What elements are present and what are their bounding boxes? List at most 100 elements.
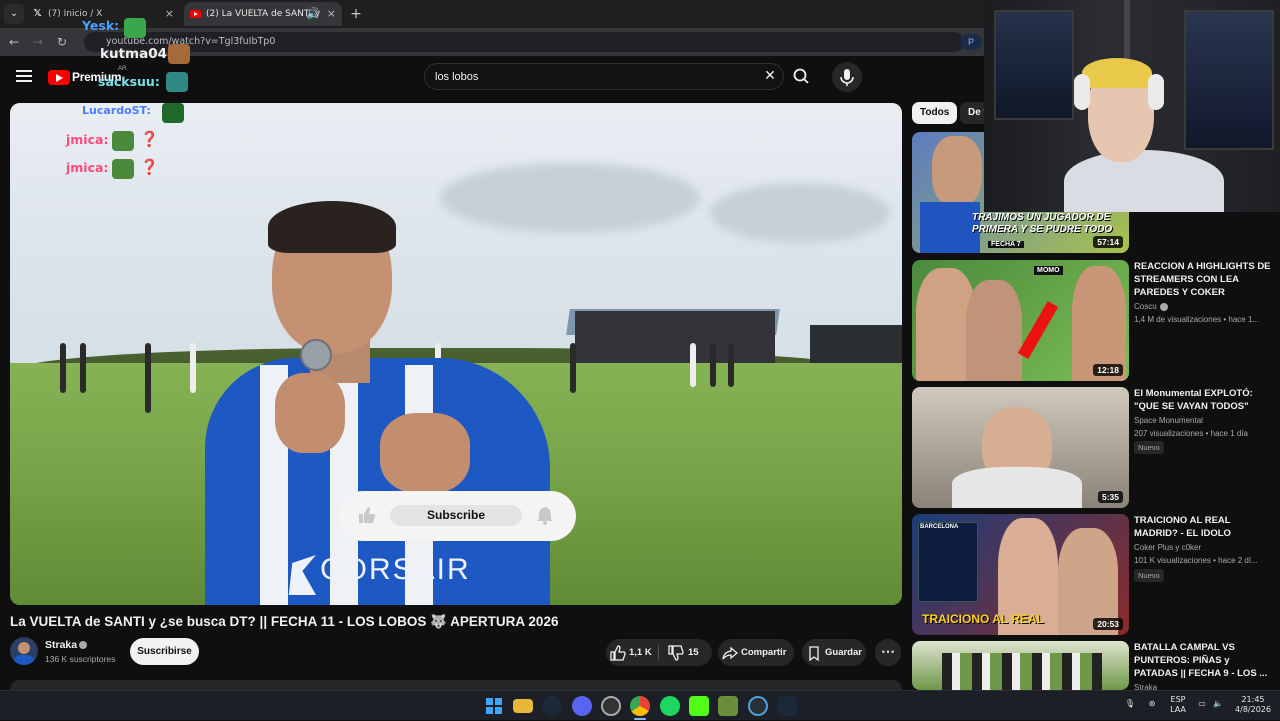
subscriber-count: 136 K suscriptores [45, 654, 116, 664]
thumb-person [932, 136, 982, 206]
tray-icon[interactable]: ⊛ [1146, 699, 1158, 708]
video-person-hair [268, 201, 396, 253]
file-explorer-icon[interactable] [513, 699, 533, 713]
clear-search-icon[interactable]: ✕ [762, 66, 778, 86]
minecraft-icon[interactable] [718, 696, 738, 716]
thumb-person [966, 280, 1022, 381]
menu-icon[interactable] [16, 70, 32, 82]
new-badge: Nuevo [1134, 569, 1164, 582]
dislike-icon[interactable] [668, 645, 684, 661]
clock[interactable]: 21:45 4/8/2026 [1230, 695, 1276, 715]
windows-taskbar: 🎙 ⊛ ESP LAA ▭ 🔈 21:45 4/8/2026 [0, 690, 1280, 720]
bookmark-icon [809, 646, 819, 661]
thumb-sub-caption: FECHA 7 [988, 241, 1024, 248]
country-code: AR [118, 66, 127, 72]
lang-bottom: LAA [1170, 705, 1186, 714]
rec-meta: 1,4 M de visualizaciones • hace 1... [1134, 315, 1260, 324]
video-person [60, 343, 66, 393]
tab-youtube-video[interactable]: (2) La VUELTA de SANTI y 🔊 × [184, 2, 342, 26]
pepe-emote-icon [112, 131, 134, 151]
like-dislike-group: 1,1 K 15 [606, 639, 712, 666]
video-cloud [710, 183, 890, 243]
rec-channel[interactable]: Space Monumental [1134, 416, 1203, 425]
verified-icon [79, 641, 87, 649]
kick-icon[interactable] [689, 696, 709, 716]
more-actions-icon[interactable]: ⋯ [875, 639, 901, 666]
rec-title[interactable]: BATALLA CAMPAL VS PUNTEROS: PIÑAS y PATA… [1134, 641, 1274, 680]
verified-icon [1160, 303, 1168, 311]
audio-playing-icon[interactable]: 🔊 [306, 2, 320, 26]
channel-avatar[interactable] [10, 637, 38, 665]
reload-icon[interactable]: ↻ [54, 34, 70, 50]
thumb-jersey [920, 202, 980, 253]
app-icon[interactable] [748, 696, 768, 716]
like-icon[interactable] [610, 645, 626, 661]
share-icon [722, 646, 738, 660]
chrome-icon[interactable] [630, 696, 650, 716]
thumb-hoodie [952, 467, 1082, 508]
rec-channel[interactable]: Coker Plus y c0ker [1134, 543, 1201, 552]
steam-icon[interactable] [542, 696, 562, 716]
voice-search-button[interactable] [832, 62, 862, 92]
thumbs-up-icon[interactable] [357, 505, 375, 525]
profile-pin-button[interactable]: P [960, 34, 982, 50]
new-tab-icon[interactable]: + [346, 4, 366, 24]
tab-title: (2) La VUELTA de SANTI y [206, 9, 321, 19]
subscribe-button[interactable]: Suscribirse [130, 638, 199, 665]
rec-thumbnail[interactable]: 5:35 [912, 387, 1129, 508]
webcam-beanie [1082, 58, 1152, 88]
forward-arrow-icon[interactable]: → [30, 34, 46, 50]
channel-name[interactable]: Straka [45, 639, 77, 651]
question-mark-icon: ❓ [140, 130, 159, 148]
windows-start-icon[interactable] [484, 696, 504, 716]
discord-icon[interactable] [572, 696, 592, 716]
rec-meta: 207 visualizaciones • hace 1 día [1134, 429, 1248, 438]
headphone-icon [1148, 74, 1164, 110]
chip-all[interactable]: Todos [912, 102, 958, 124]
chat-username: Yesk: [82, 18, 120, 33]
address-bar[interactable]: youtube.com/watch?v=Tgl3fuIbTp0 [84, 32, 964, 52]
close-tab-icon[interactable]: × [165, 2, 174, 26]
volume-icon[interactable]: 🔈 [1212, 699, 1224, 708]
share-button[interactable]: Compartir [718, 639, 794, 666]
chat-message: kutma04: [100, 46, 172, 62]
search-button[interactable] [786, 63, 818, 90]
webcam-overlay [984, 0, 1280, 212]
rec-thumbnail[interactable]: MOMO 12:18 [912, 260, 1129, 381]
tab-list-dropdown-icon[interactable]: ⌄ [4, 4, 24, 24]
rec-title[interactable]: REACCION A HIGHLIGHTS DE STREAMERS CON L… [1134, 260, 1274, 299]
microphone-icon [840, 69, 854, 86]
search-input[interactable] [435, 64, 735, 89]
clock-date: 4/8/2026 [1235, 705, 1271, 714]
description-box[interactable] [10, 680, 902, 690]
like-divider [658, 645, 659, 660]
pepe-emote-icon [112, 159, 134, 179]
chat-username: sacksuu: [98, 74, 160, 89]
steam-alt-icon[interactable] [777, 696, 797, 716]
back-arrow-icon[interactable]: ← [6, 34, 22, 50]
mic-tray-icon[interactable]: 🎙 [1124, 699, 1136, 708]
chat-message: LucardoST: [82, 104, 151, 117]
overlay-subscribe-button[interactable]: Subscribe [390, 505, 522, 526]
save-button[interactable]: Guardar [802, 639, 866, 666]
video-person [710, 343, 716, 387]
rec-thumbnail[interactable] [912, 641, 1129, 690]
headphone-icon [1074, 74, 1090, 110]
like-count[interactable]: 1,1 K [629, 639, 652, 666]
spotify-icon[interactable] [660, 696, 680, 716]
close-tab-icon[interactable]: × [327, 2, 336, 26]
language-indicator[interactable]: ESP LAA [1166, 695, 1190, 715]
video-person [728, 343, 734, 387]
emote-icon [124, 18, 146, 38]
rec-thumbnail[interactable]: BARCELONA TRAICIONO AL REAL 20:53 [912, 514, 1129, 635]
obs-icon[interactable] [601, 696, 621, 716]
rec-title[interactable]: TRAICIONO AL REAL MADRID? - EL IDOLO [1134, 514, 1274, 540]
search-box[interactable] [424, 63, 784, 90]
video-person [690, 343, 696, 387]
bell-icon[interactable] [536, 505, 554, 525]
network-icon[interactable]: ▭ [1196, 699, 1208, 708]
red-arrow-icon [1017, 301, 1059, 359]
rec-channel[interactable]: Coscu [1134, 302, 1157, 311]
rec-title[interactable]: El Monumental EXPLOTÓ: "QUE SE VAYAN TOD… [1134, 387, 1274, 413]
video-cloud [440, 163, 700, 233]
